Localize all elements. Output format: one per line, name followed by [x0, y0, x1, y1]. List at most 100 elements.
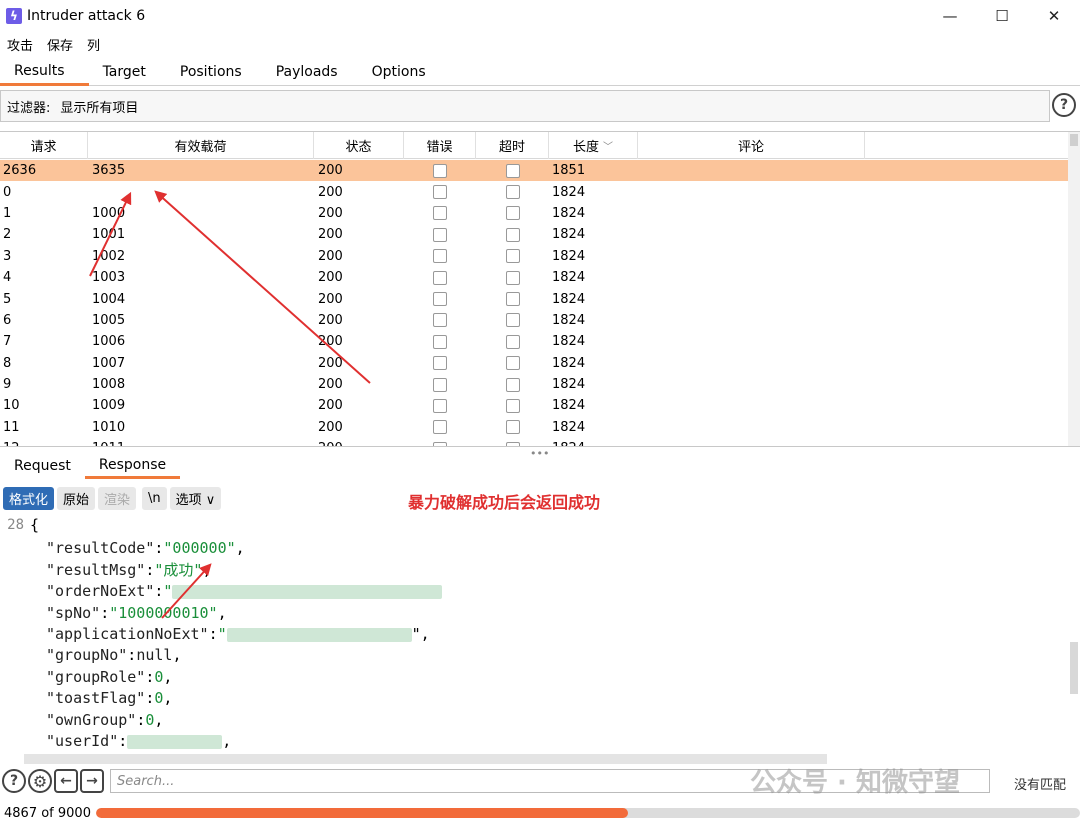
- timeout-checkbox[interactable]: [505, 313, 520, 328]
- cell-comment[interactable]: [638, 417, 865, 438]
- cell-comment[interactable]: [638, 310, 865, 331]
- timeout-checkbox[interactable]: [505, 441, 520, 446]
- cell-length: 1824: [552, 270, 586, 286]
- col-payload[interactable]: 有效载荷: [88, 132, 314, 159]
- pretty-button[interactable]: 格式化: [3, 486, 55, 510]
- table-row[interactable]: 11 1010 200 1824: [0, 417, 1068, 438]
- cell-comment[interactable]: [638, 288, 865, 309]
- tab-request[interactable]: Request: [0, 453, 85, 479]
- col-length[interactable]: 长度 ﹀: [549, 132, 638, 159]
- col-error[interactable]: 错误: [404, 132, 476, 159]
- gear-icon[interactable]: ⚙: [28, 769, 52, 793]
- cell-request: 6: [3, 312, 12, 328]
- table-row[interactable]: 8 1007 200 1824: [0, 353, 1068, 374]
- error-checkbox[interactable]: [433, 249, 447, 264]
- cell-comment[interactable]: [638, 353, 865, 374]
- json-punct: ,: [163, 689, 173, 708]
- cell-payload: 1005: [92, 312, 126, 328]
- timeout-checkbox[interactable]: [505, 377, 520, 392]
- code-vscrollbar[interactable]: [1070, 642, 1078, 694]
- timeout-checkbox[interactable]: [505, 227, 520, 242]
- error-checkbox[interactable]: [433, 420, 447, 435]
- tab-results[interactable]: Results: [0, 58, 89, 86]
- tab-payloads[interactable]: Payloads: [262, 58, 358, 86]
- table-row[interactable]: 121011200 1824: [0, 438, 1068, 446]
- error-checkbox[interactable]: [433, 163, 447, 178]
- close-button[interactable]: ✕: [1028, 0, 1080, 32]
- render-button[interactable]: 渲染: [98, 486, 137, 510]
- title-bar: ϟ Intruder attack 6 — ☐ ✕: [0, 0, 1080, 32]
- menu-columns[interactable]: 列: [80, 35, 107, 54]
- table-row[interactable]: 1 1000 200 1824: [0, 203, 1068, 224]
- json-key: "resultMsg": [46, 560, 146, 579]
- tab-options[interactable]: Options: [358, 58, 446, 86]
- tab-response[interactable]: Response: [84, 453, 181, 479]
- table-row[interactable]: 9 1008 200 1824: [0, 374, 1068, 395]
- menu-attack[interactable]: 攻击: [0, 35, 40, 54]
- timeout-checkbox[interactable]: [505, 356, 520, 371]
- cell-comment[interactable]: [638, 267, 865, 288]
- response-body[interactable]: 28 { "resultCode":"000000", "resultMsg":"…: [0, 515, 1068, 755]
- error-checkbox[interactable]: [433, 441, 447, 446]
- cell-request: 11: [3, 419, 20, 435]
- cell-comment[interactable]: [638, 438, 865, 446]
- error-checkbox[interactable]: [433, 185, 447, 200]
- col-timeout[interactable]: 超时: [476, 132, 549, 159]
- col-request[interactable]: 请求: [0, 132, 88, 159]
- filter-bar[interactable]: 过滤器: 显示所有项目: [0, 90, 1050, 122]
- options-dropdown[interactable]: 选项 ∨: [169, 486, 222, 510]
- cell-comment[interactable]: [638, 395, 865, 416]
- error-checkbox[interactable]: [433, 206, 447, 221]
- table-row[interactable]: 10 1009 200 1824: [0, 395, 1068, 416]
- cell-comment[interactable]: [638, 374, 865, 395]
- results-table: 请求 有效载荷 状态 错误 超时 长度 ﹀ 评论 2636 3635 200 1851…: [0, 131, 1080, 447]
- cell-comment[interactable]: [638, 331, 865, 352]
- minimize-button[interactable]: —: [924, 0, 976, 32]
- timeout-checkbox[interactable]: [505, 163, 520, 178]
- error-checkbox[interactable]: [433, 356, 447, 371]
- code-hscrollbar[interactable]: [24, 754, 827, 764]
- table-row[interactable]: 3 1002 200 1824: [0, 246, 1068, 267]
- table-row[interactable]: 4 1003 200 1824: [0, 267, 1068, 288]
- raw-button[interactable]: 原始: [57, 486, 96, 510]
- table-row[interactable]: 2636 3635 200 1851: [0, 160, 1068, 182]
- timeout-checkbox[interactable]: [505, 206, 520, 221]
- menu-save[interactable]: 保存: [40, 35, 80, 54]
- timeout-checkbox[interactable]: [505, 270, 520, 285]
- error-checkbox[interactable]: [433, 270, 447, 285]
- table-row[interactable]: 0 200 1824: [0, 181, 1068, 202]
- table-scrollbar-thumb[interactable]: [1070, 134, 1078, 146]
- table-row[interactable]: 5 1004 200 1824: [0, 288, 1068, 309]
- error-checkbox[interactable]: [433, 398, 447, 413]
- cell-comment[interactable]: [638, 246, 865, 267]
- table-row[interactable]: 7 1006 200 1824: [0, 331, 1068, 352]
- col-comment[interactable]: 评论: [638, 132, 865, 159]
- cell-comment[interactable]: [638, 181, 865, 202]
- help-icon-small[interactable]: ?: [2, 769, 26, 793]
- arrow-left-icon[interactable]: ←: [54, 769, 78, 793]
- tab-target[interactable]: Target: [89, 58, 166, 86]
- error-checkbox[interactable]: [433, 377, 447, 392]
- cell-comment[interactable]: [638, 224, 865, 245]
- table-row[interactable]: 2 1001 200 1824: [0, 224, 1068, 245]
- timeout-checkbox[interactable]: [505, 185, 520, 200]
- timeout-checkbox[interactable]: [505, 292, 520, 307]
- cell-comment[interactable]: [638, 160, 865, 181]
- maximize-button[interactable]: ☐: [976, 0, 1028, 32]
- error-checkbox[interactable]: [433, 334, 447, 349]
- timeout-checkbox[interactable]: [505, 249, 520, 264]
- arrow-right-icon[interactable]: →: [80, 769, 104, 793]
- error-checkbox[interactable]: [433, 292, 447, 307]
- timeout-checkbox[interactable]: [505, 420, 520, 435]
- newline-button[interactable]: \n: [142, 486, 167, 510]
- table-row[interactable]: 6 1005 200 1824: [0, 310, 1068, 331]
- timeout-checkbox[interactable]: [505, 398, 520, 413]
- col-status[interactable]: 状态: [314, 132, 404, 159]
- cell-comment[interactable]: [638, 203, 865, 224]
- timeout-checkbox[interactable]: [505, 334, 520, 349]
- help-icon[interactable]: ?: [1052, 93, 1076, 117]
- error-checkbox[interactable]: [433, 227, 447, 242]
- error-checkbox[interactable]: [433, 313, 447, 328]
- tab-positions[interactable]: Positions: [166, 58, 262, 86]
- table-scrollbar[interactable]: [1068, 132, 1080, 446]
